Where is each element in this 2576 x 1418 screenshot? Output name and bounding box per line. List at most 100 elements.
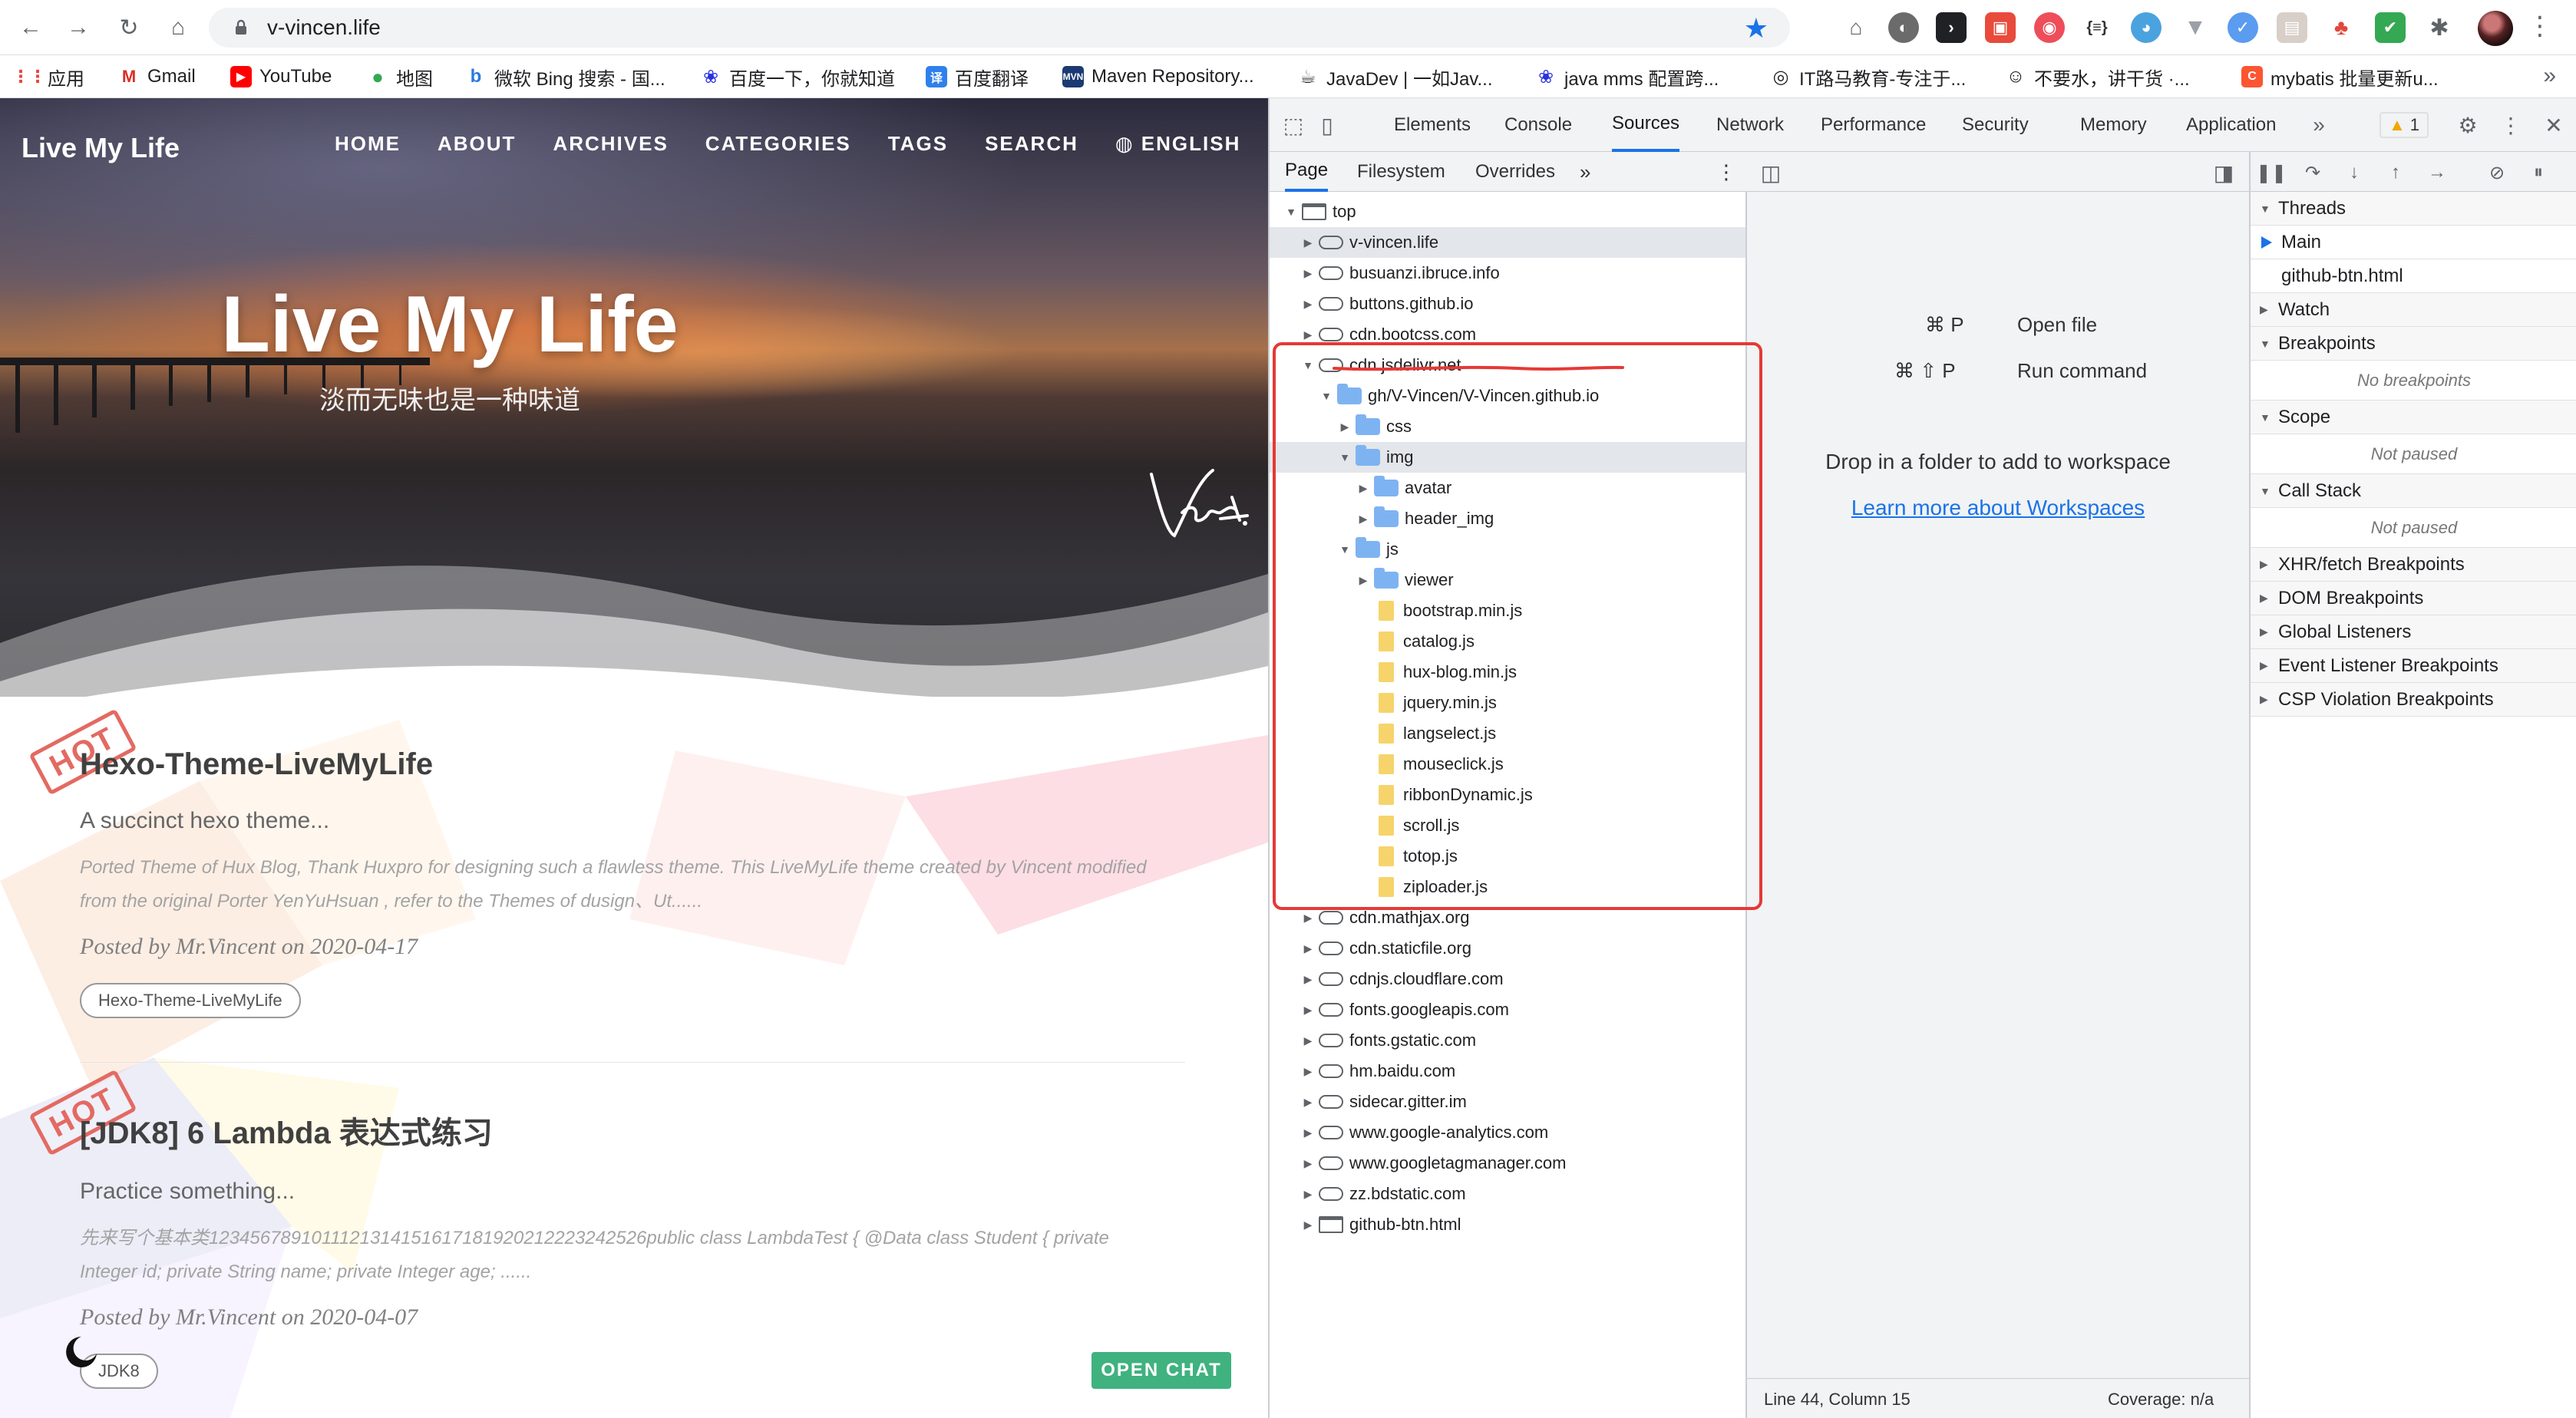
bookmarks-overflow-icon[interactable]: »	[2543, 63, 2556, 89]
tree-item[interactable]: ▶ fonts.googleapis.com	[1270, 994, 1745, 1025]
tree-item[interactable]: mouseclick.js	[1270, 749, 1745, 780]
nav-categories[interactable]: CATEGORIES	[705, 132, 851, 156]
site-brand[interactable]: Live My Life	[21, 132, 180, 164]
tab-sources[interactable]: Sources	[1612, 98, 1680, 152]
post-subtitle[interactable]: A succinct hexo theme...	[80, 808, 1185, 834]
post-title[interactable]: Hexo-Theme-LiveMyLife	[80, 747, 1185, 782]
home-icon[interactable]: ⌂	[161, 11, 195, 45]
picture-extension-icon[interactable]: ▤	[2277, 12, 2307, 43]
bookmark-star-icon[interactable]: ★	[1744, 12, 1769, 45]
tab-memory[interactable]: Memory	[2080, 98, 2147, 152]
pause-icon[interactable]: ❚❚	[2256, 160, 2287, 186]
reload-icon[interactable]: ↻	[112, 11, 146, 45]
home-extension-icon[interactable]: ⌂	[1841, 12, 1871, 43]
tree-item[interactable]: ▶ cdn.bootcss.com	[1270, 319, 1745, 350]
section-breakpoints[interactable]: ▼ Breakpoints	[2251, 327, 2576, 361]
step-icon[interactable]: →	[2424, 160, 2450, 186]
bookmark-mybatis[interactable]: Cmybatis 批量更新u...	[2241, 64, 2439, 90]
tree-item[interactable]: totop.js	[1270, 841, 1745, 872]
thread-github-btn[interactable]: github-btn.html	[2251, 259, 2576, 293]
bookmark-apps[interactable]: ⋮⋮ 应用	[12, 64, 84, 90]
vue-extension-icon[interactable]: ▼	[2180, 12, 2211, 43]
tab-console[interactable]: Console	[1504, 98, 1572, 152]
profile-avatar[interactable]	[2478, 11, 2513, 46]
tree-item[interactable]: scroll.js	[1270, 810, 1745, 841]
more-tabs-chevron-icon[interactable]: »	[2306, 112, 2332, 138]
section-scope[interactable]: ▼ Scope	[2251, 401, 2576, 434]
tab-application[interactable]: Application	[2186, 98, 2276, 152]
post-title[interactable]: [JDK8] 6 Lambda 表达式练习	[80, 1108, 1185, 1153]
dark-mode-moon-icon[interactable]	[64, 1335, 98, 1369]
nav-tags[interactable]: TAGS	[888, 132, 948, 156]
open-chat-button[interactable]: OPEN CHAT	[1091, 1352, 1231, 1389]
tree-item[interactable]: langselect.js	[1270, 718, 1745, 749]
post-excerpt[interactable]: Ported Theme of Hux Blog, Thank Huxpro f…	[80, 851, 1170, 918]
bookmark-baidu[interactable]: ❀ 百度一下，你就知道	[700, 64, 895, 90]
run-command-label[interactable]: Run command	[2017, 359, 2147, 383]
cube-extension-icon[interactable]: ▣	[1985, 12, 2016, 43]
learn-workspaces-link[interactable]: Learn more about Workspaces	[1747, 496, 2249, 520]
bookmark-zhihu[interactable]: ☺ 不要水，讲干货 ·...	[2005, 64, 2190, 90]
tree-item[interactable]: ▶ www.google-analytics.com	[1270, 1117, 1745, 1148]
tree-item[interactable]: ▶ cdnjs.cloudflare.com	[1270, 964, 1745, 994]
tree-item[interactable]: ribbonDynamic.js	[1270, 780, 1745, 810]
toggle-navigator-icon[interactable]: ◫	[1758, 160, 1784, 186]
bookmark-javadev[interactable]: ☕ JavaDev | 一如Jav...	[1297, 64, 1493, 90]
tree-item[interactable]: ▼ top	[1270, 196, 1745, 227]
tree-item[interactable]: ▶ github-btn.html	[1270, 1209, 1745, 1240]
tree-item[interactable]: ▶ cdn.mathjax.org	[1270, 902, 1745, 933]
tree-item[interactable]: catalog.js	[1270, 626, 1745, 657]
tree-item[interactable]: ▶ zz.bdstatic.com	[1270, 1179, 1745, 1209]
tree-item[interactable]: bootstrap.min.js	[1270, 595, 1745, 626]
navigator-menu-icon[interactable]: ⋮	[1716, 152, 1736, 192]
extension-circle-icon[interactable]: ◐	[1888, 12, 1919, 43]
address-bar[interactable]: v-vincen.life ★	[209, 8, 1790, 48]
tree-item[interactable]: ▶ hm.baidu.com	[1270, 1056, 1745, 1087]
inspect-element-icon[interactable]: ⬚	[1280, 112, 1306, 138]
post-subtitle[interactable]: Practice something...	[80, 1179, 1185, 1205]
pause-on-exceptions-icon[interactable]: ⏸	[2525, 160, 2551, 186]
check-extension-icon[interactable]: ✓	[2228, 12, 2258, 43]
nav-home[interactable]: HOME	[335, 132, 401, 156]
settings-gear-icon[interactable]: ⚙	[2455, 112, 2481, 138]
tab-performance[interactable]: Performance	[1821, 98, 1926, 152]
tree-item[interactable]: hux-blog.min.js	[1270, 657, 1745, 688]
bookmark-youtube[interactable]: ▶ YouTube	[230, 64, 332, 89]
tab-network[interactable]: Network	[1716, 98, 1784, 152]
red-circle-extension-icon[interactable]: ◉	[2034, 12, 2065, 43]
bookmark-gmail[interactable]: M Gmail	[118, 64, 196, 89]
warnings-badge[interactable]: ▲ 1	[2379, 112, 2429, 138]
bookmark-maven[interactable]: MVN Maven Repository...	[1062, 64, 1254, 89]
tree-item[interactable]: ▶ buttons.github.io	[1270, 289, 1745, 319]
nav-about[interactable]: ABOUT	[438, 132, 516, 156]
bookmark-maps[interactable]: ● 地图	[367, 64, 433, 90]
nav-language[interactable]: ◍ ENGLISH	[1115, 132, 1241, 156]
tree-item[interactable]: ▶ www.googletagmanager.com	[1270, 1148, 1745, 1179]
forward-arrow-icon[interactable]: →	[61, 11, 95, 45]
coverage-status[interactable]: Coverage: n/a	[2108, 1390, 2214, 1410]
open-file-label[interactable]: Open file	[2017, 313, 2097, 337]
close-devtools-icon[interactable]: ✕	[2541, 112, 2567, 138]
tree-item[interactable]: ▼ gh/V-Vincen/V-Vincen.github.io	[1270, 381, 1745, 411]
nav-search[interactable]: SEARCH	[985, 132, 1078, 156]
terminal-extension-icon[interactable]: ›	[1936, 12, 1967, 43]
bookmark-java-mms[interactable]: ❀ java mms 配置跨...	[1535, 64, 1719, 90]
tree-item[interactable]: ▶ v-vincen.life	[1270, 227, 1745, 258]
post-excerpt[interactable]: 先来写个基本类123456789101112131415161718192021…	[80, 1222, 1170, 1289]
bookmark-bing[interactable]: b 微软 Bing 搜索 - 国...	[465, 64, 665, 90]
bookmark-itlma[interactable]: ◎ IT路马教育-专注于...	[1770, 64, 1966, 90]
step-out-icon[interactable]: ↑	[2383, 160, 2409, 186]
tree-item[interactable]: ▶ header_img	[1270, 503, 1745, 534]
subtab-page[interactable]: Page	[1285, 152, 1329, 192]
step-over-icon[interactable]: ↷	[2300, 160, 2326, 186]
json-extension-icon[interactable]: {≡}	[2082, 12, 2112, 43]
tree-item[interactable]: ▶ css	[1270, 411, 1745, 442]
tab-security[interactable]: Security	[1962, 98, 2029, 152]
deactivate-breakpoints-icon[interactable]: ⊘	[2484, 160, 2510, 186]
shield-extension-icon[interactable]: ✔	[2375, 12, 2406, 43]
puzzle-extensions-icon[interactable]: ✱	[2424, 12, 2455, 43]
bookmark-baidu-translate[interactable]: 译百度翻译	[926, 64, 1029, 90]
section-global-listeners[interactable]: ▶ Global Listeners	[2251, 615, 2576, 649]
section-event-listener-breakpoints[interactable]: ▶ Event Listener Breakpoints	[2251, 649, 2576, 683]
tree-item[interactable]: ▶ sidecar.gitter.im	[1270, 1087, 1745, 1117]
